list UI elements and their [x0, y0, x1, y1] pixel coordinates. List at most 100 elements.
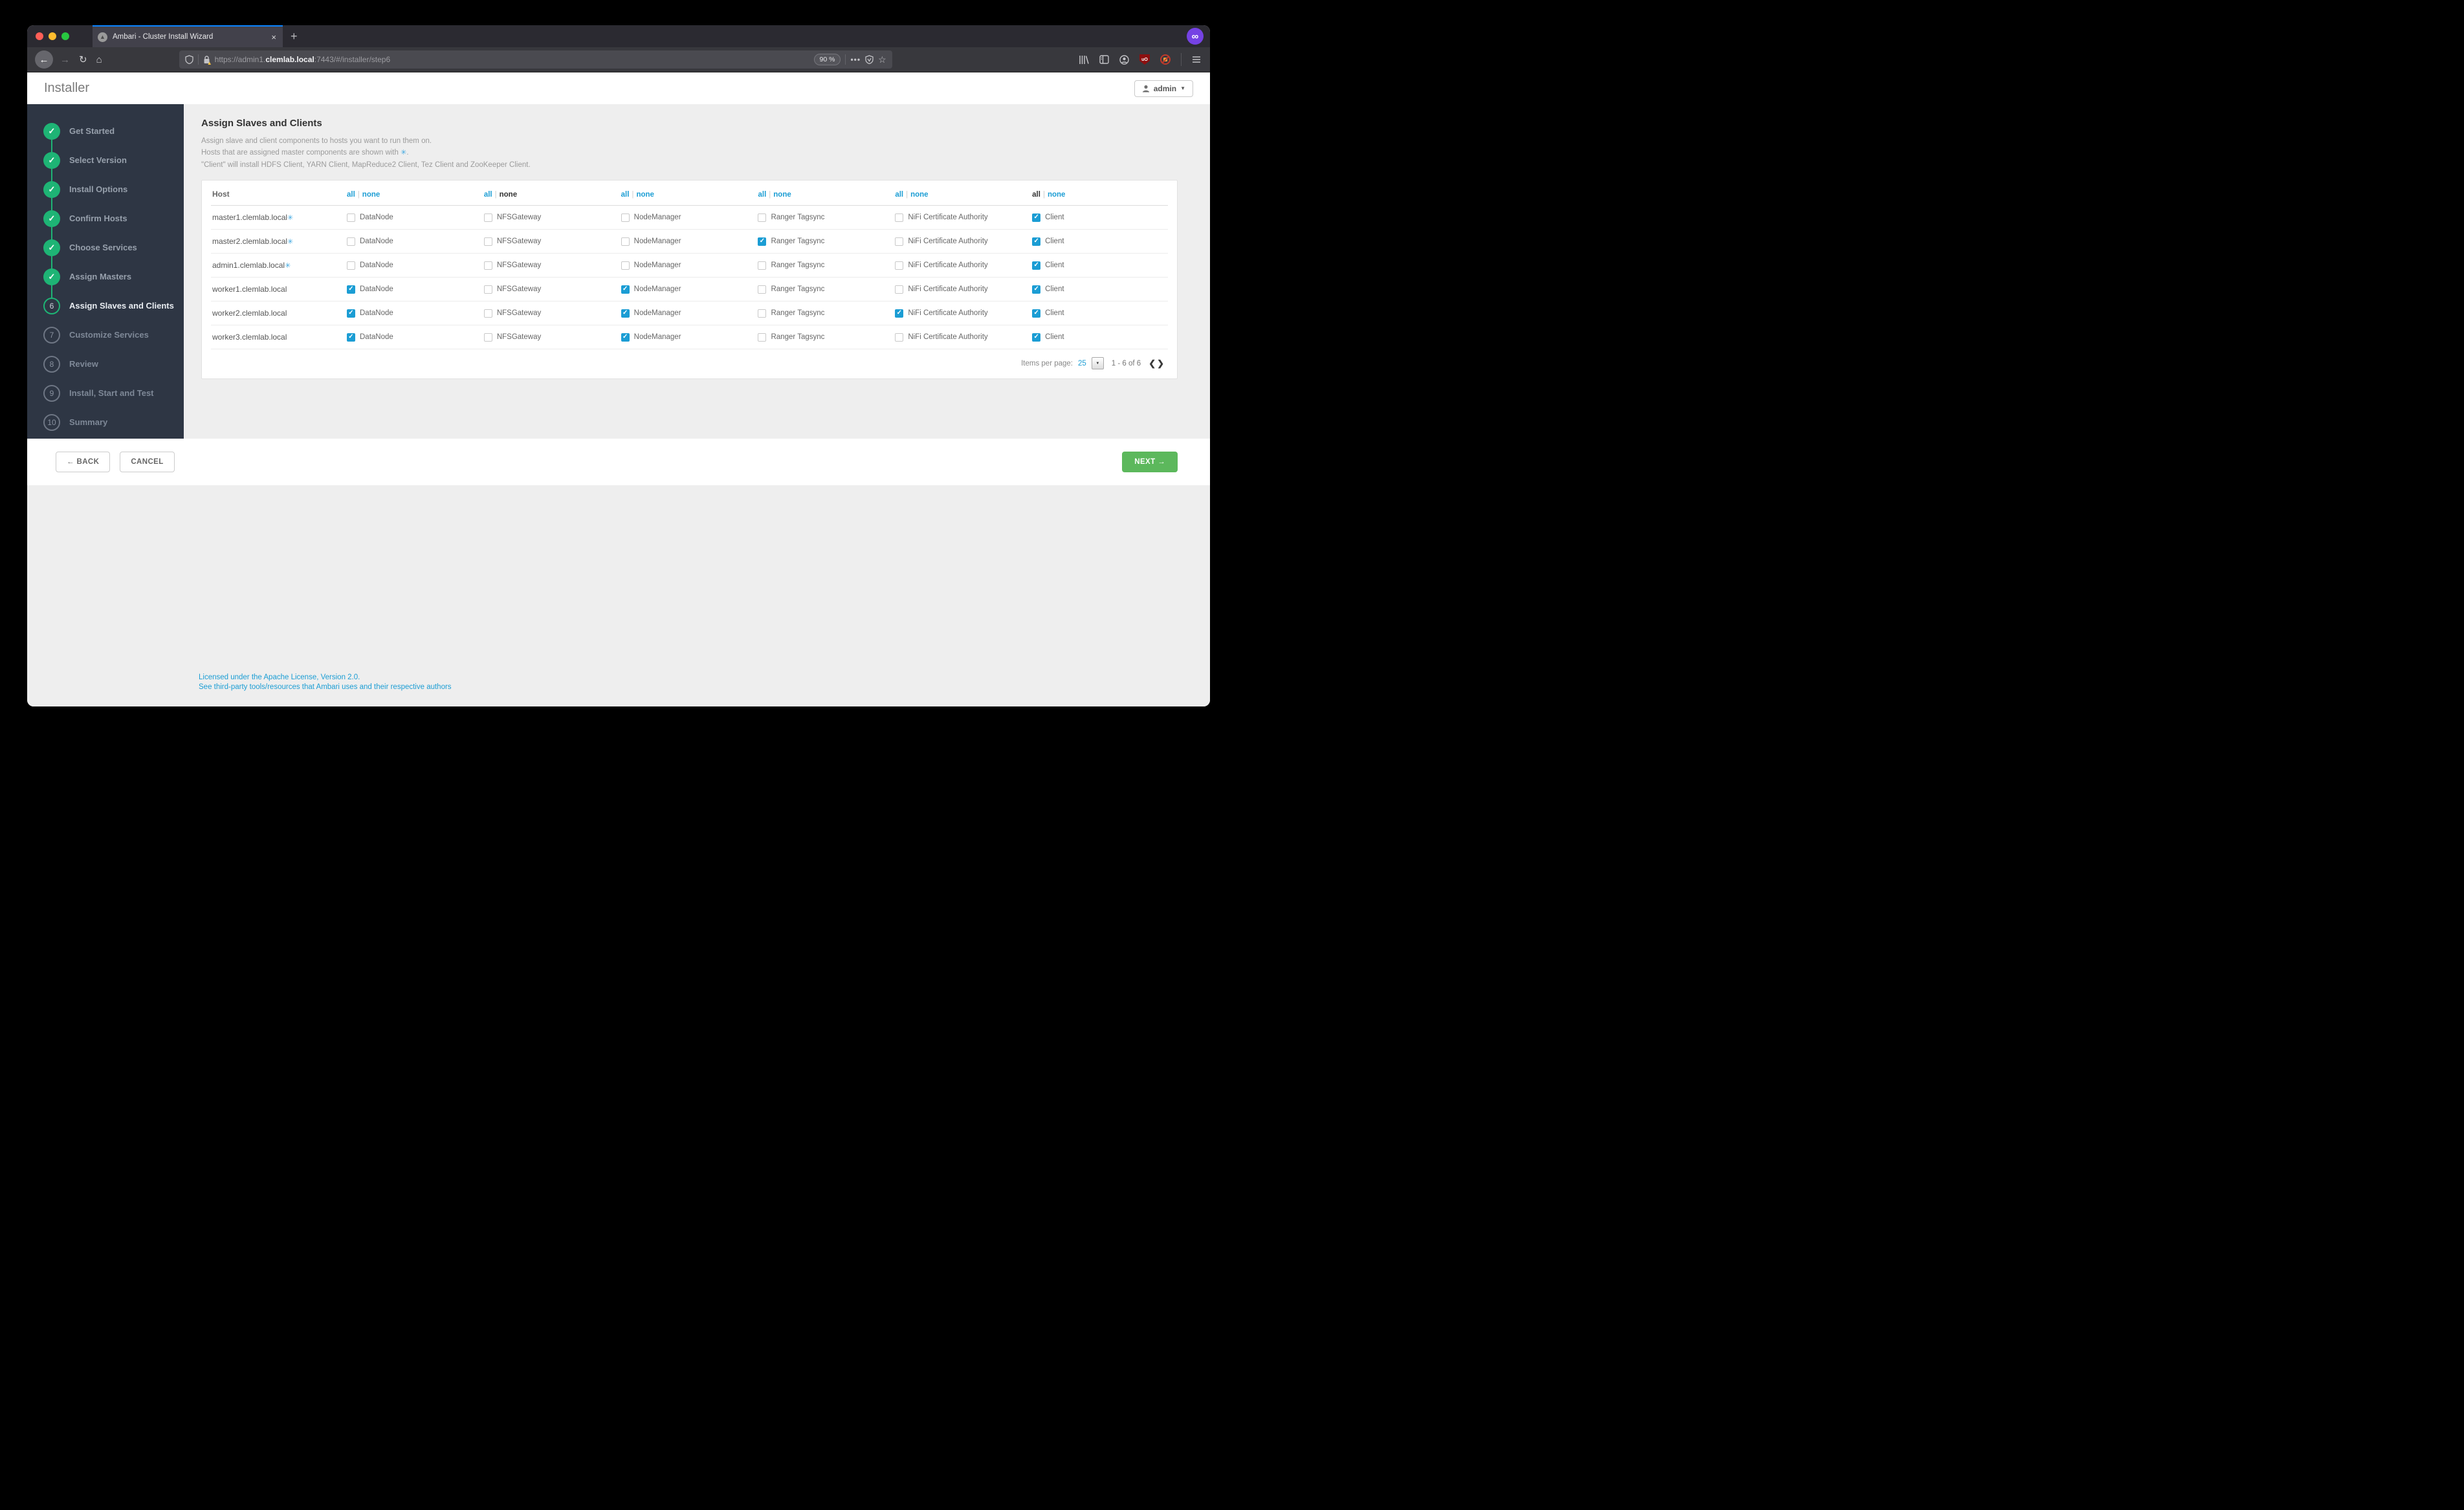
- extension-disabled-icon[interactable]: [1160, 54, 1171, 65]
- host-column-header[interactable]: Host: [211, 182, 346, 206]
- third-party-tools-link[interactable]: See third-party tools/resources that Amb…: [199, 683, 452, 691]
- menu-hamburger-icon[interactable]: [1192, 56, 1201, 63]
- select-all-link[interactable]: all: [895, 191, 903, 199]
- unchecked-checkbox-nfsgateway[interactable]: [484, 213, 492, 222]
- unchecked-checkbox-nodemanager[interactable]: [621, 237, 630, 246]
- checked-checkbox-client[interactable]: ✓: [1032, 213, 1040, 222]
- unchecked-checkbox-nfsgateway[interactable]: [484, 237, 492, 246]
- checked-checkbox-client[interactable]: ✓: [1032, 237, 1040, 246]
- zoom-window-button[interactable]: [61, 32, 69, 40]
- bookmark-star-icon[interactable]: ☆: [878, 54, 886, 65]
- cancel-button[interactable]: CANCEL: [120, 452, 174, 472]
- sidebar-step-assign-slaves-and-clients[interactable]: 6Assign Slaves and Clients: [27, 291, 184, 320]
- home-button[interactable]: ⌂: [96, 54, 102, 65]
- url-bar[interactable]: ▲ https://admin1.clemlab.local:7443/#/in…: [179, 50, 892, 69]
- tracking-protection-shield-icon[interactable]: [185, 55, 193, 64]
- unchecked-checkbox-ranger-tagsync[interactable]: [758, 261, 766, 270]
- select-all-link[interactable]: all: [484, 191, 492, 199]
- account-icon[interactable]: [1119, 55, 1129, 65]
- library-icon[interactable]: [1079, 55, 1089, 65]
- checked-checkbox-client[interactable]: ✓: [1032, 285, 1040, 294]
- checked-checkbox-client[interactable]: ✓: [1032, 309, 1040, 318]
- tab-close-icon[interactable]: ×: [270, 32, 278, 42]
- checked-checkbox-datanode[interactable]: ✓: [347, 309, 355, 318]
- reload-button[interactable]: ↻: [79, 54, 87, 65]
- unchecked-checkbox-ranger-tagsync[interactable]: [758, 285, 766, 294]
- step-label: Summary: [69, 417, 107, 427]
- unchecked-checkbox-nfsgateway[interactable]: [484, 285, 492, 294]
- toolbar-separator: [1181, 53, 1182, 66]
- table-row: admin1.clemlab.local✳DataNodeNFSGatewayN…: [211, 254, 1168, 278]
- shield-check-icon[interactable]: [865, 55, 874, 64]
- unchecked-checkbox-nifi-certificate-authority[interactable]: [895, 213, 903, 222]
- unchecked-checkbox-nodemanager[interactable]: [621, 213, 630, 222]
- checked-checkbox-nifi-certificate-authority[interactable]: ✓: [895, 309, 903, 318]
- unchecked-checkbox-nfsgateway[interactable]: [484, 333, 492, 342]
- lock-warning-icon[interactable]: ▲: [203, 56, 210, 64]
- component-cell: NodeManager: [620, 230, 757, 254]
- sidebar-step-review[interactable]: 8Review: [27, 349, 184, 378]
- select-none-link[interactable]: none: [1048, 191, 1065, 199]
- unchecked-checkbox-nifi-certificate-authority[interactable]: [895, 261, 903, 270]
- next-page-icon[interactable]: ❯: [1157, 358, 1165, 368]
- unchecked-checkbox-nfsgateway[interactable]: [484, 261, 492, 270]
- select-none-link[interactable]: none: [362, 191, 380, 199]
- select-none-link[interactable]: none: [773, 191, 791, 199]
- column-header-nodemanager: all|none: [620, 182, 757, 206]
- unchecked-checkbox-ranger-tagsync[interactable]: [758, 309, 766, 318]
- checked-checkbox-datanode[interactable]: ✓: [347, 285, 355, 294]
- select-all-link[interactable]: all: [758, 191, 766, 199]
- component-cell: Ranger Tagsync: [756, 301, 894, 325]
- urlbar-separator-2: [845, 54, 846, 65]
- previous-page-icon[interactable]: ❮: [1149, 358, 1157, 368]
- select-none-link[interactable]: none: [636, 191, 654, 199]
- checked-checkbox-nodemanager[interactable]: ✓: [621, 285, 630, 294]
- unchecked-checkbox-nfsgateway[interactable]: [484, 309, 492, 318]
- items-per-page-dropdown[interactable]: ▼: [1092, 357, 1104, 369]
- checked-checkbox-client[interactable]: ✓: [1032, 261, 1040, 270]
- checked-checkbox-datanode[interactable]: ✓: [347, 333, 355, 342]
- unchecked-checkbox-nifi-certificate-authority[interactable]: [895, 285, 903, 294]
- unchecked-checkbox-nifi-certificate-authority[interactable]: [895, 333, 903, 342]
- sidebar-step-customize-services[interactable]: 7Customize Services: [27, 320, 184, 349]
- urlbar-separator: [198, 54, 199, 65]
- component-cell: ✓NodeManager: [620, 301, 757, 325]
- unchecked-checkbox-datanode[interactable]: [347, 213, 355, 222]
- unchecked-checkbox-ranger-tagsync[interactable]: [758, 333, 766, 342]
- page-zoom-indicator[interactable]: 90 %: [814, 54, 841, 65]
- unchecked-checkbox-nodemanager[interactable]: [621, 261, 630, 270]
- forward-button[interactable]: →: [60, 54, 70, 65]
- select-all-link[interactable]: all: [621, 191, 630, 199]
- component-label: DataNode: [360, 285, 393, 293]
- checked-checkbox-ranger-tagsync[interactable]: ✓: [758, 237, 766, 246]
- unchecked-checkbox-ranger-tagsync[interactable]: [758, 213, 766, 222]
- items-per-page-value[interactable]: 25: [1078, 360, 1086, 367]
- ublock-origin-icon[interactable]: uO: [1139, 54, 1150, 65]
- checked-checkbox-client[interactable]: ✓: [1032, 333, 1040, 342]
- checked-checkbox-nodemanager[interactable]: ✓: [621, 309, 630, 318]
- unchecked-checkbox-datanode[interactable]: [347, 237, 355, 246]
- user-menu-button[interactable]: admin ▼: [1134, 80, 1193, 97]
- sidebars-icon[interactable]: [1099, 55, 1109, 64]
- tab-ambari[interactable]: ▲ Ambari - Cluster Install Wizard ×: [93, 25, 283, 47]
- sidebar-step-install-start-and-test[interactable]: 9Install, Start and Test: [27, 378, 184, 408]
- description-line-1: Assign slave and client components to ho…: [201, 135, 1178, 147]
- unchecked-checkbox-nifi-certificate-authority[interactable]: [895, 237, 903, 246]
- new-tab-button[interactable]: +: [283, 25, 305, 47]
- select-all-link[interactable]: all: [347, 191, 355, 199]
- close-window-button[interactable]: [36, 32, 43, 40]
- minimize-window-button[interactable]: [49, 32, 56, 40]
- url-text[interactable]: https://admin1.clemlab.local:7443/#/inst…: [215, 55, 391, 64]
- sidebar-step-summary[interactable]: 10Summary: [27, 408, 184, 437]
- back-step-button[interactable]: ← BACK: [56, 452, 110, 472]
- lock-warning-triangle: ▲: [207, 61, 212, 66]
- checked-checkbox-nodemanager[interactable]: ✓: [621, 333, 630, 342]
- select-none-link[interactable]: none: [910, 191, 928, 199]
- page-actions-icon[interactable]: •••: [850, 55, 861, 64]
- back-button[interactable]: ←: [35, 50, 53, 69]
- unchecked-checkbox-datanode[interactable]: [347, 261, 355, 270]
- next-step-button[interactable]: NEXT →: [1122, 452, 1178, 472]
- component-label: NiFi Certificate Authority: [908, 237, 987, 245]
- apache-license-link[interactable]: Licensed under the Apache License, Versi…: [199, 673, 452, 681]
- table-header-row: Hostall|noneall|noneall|noneall|noneall|…: [211, 182, 1168, 206]
